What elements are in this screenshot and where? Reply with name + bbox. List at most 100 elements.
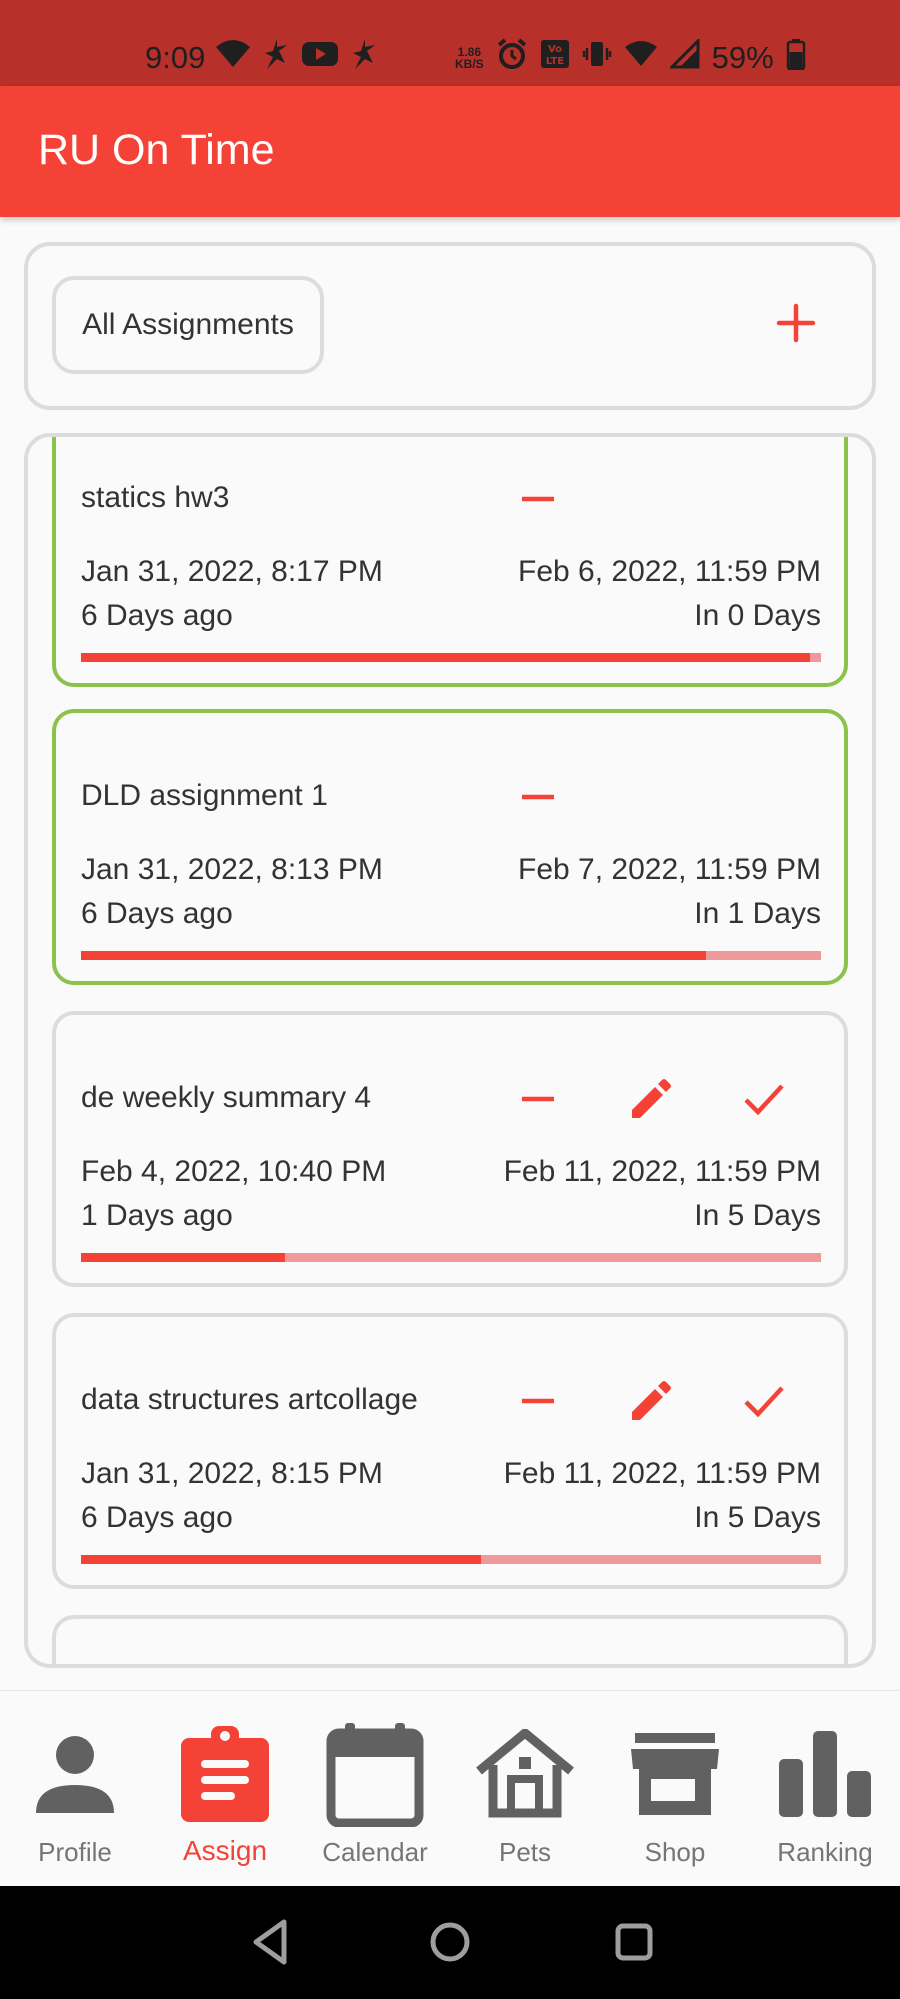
- assignment-name: DLD assignment 1: [81, 779, 328, 812]
- time-progress-bar: [81, 951, 821, 960]
- checkmark-icon: [744, 1084, 784, 1116]
- back-triangle-icon: [253, 1919, 287, 1965]
- network-speed-unit: KB/S: [455, 57, 484, 71]
- bottom-navigation: Profile Assign Calendar Pets Shop Rankin…: [0, 1690, 900, 1886]
- battery-icon: [786, 38, 806, 78]
- assignment-card[interactable]: statics hw3 Jan 31, 2022, 8:17 PM Feb 6,…: [52, 437, 848, 687]
- nav-label: Ranking: [777, 1837, 873, 1867]
- nav-ranking[interactable]: Ranking: [750, 1691, 900, 1887]
- person-icon: [20, 1719, 130, 1829]
- edit-assignment-button[interactable]: [623, 1071, 679, 1127]
- add-assignment-button[interactable]: [769, 296, 823, 350]
- pencil-icon: [632, 1381, 671, 1420]
- relative-row: 1 Days ago In 5 Days: [81, 1199, 821, 1233]
- assigned-date: Feb 4, 2022, 10:40 PM: [81, 1155, 387, 1188]
- assignment-name: data structures artcollage: [81, 1383, 418, 1416]
- minus-icon: [522, 496, 554, 502]
- days-ago: 1 Days ago: [81, 1199, 233, 1232]
- edit-assignment-button[interactable]: [623, 1373, 679, 1429]
- date-row: Jan 31, 2022, 8:15 PM Feb 11, 2022, 11:5…: [81, 1457, 821, 1491]
- remove-assignment-button[interactable]: [510, 1071, 566, 1127]
- app-title: RU On Time: [38, 126, 275, 174]
- remove-assignment-button[interactable]: [510, 471, 566, 527]
- plus-icon: [776, 303, 816, 343]
- vibrate-icon: [582, 39, 612, 77]
- days-remaining: In 1 Days: [694, 897, 821, 930]
- pencil-icon: [632, 1079, 671, 1118]
- assignment-icon: [170, 1719, 280, 1829]
- days-ago: 6 Days ago: [81, 599, 233, 632]
- system-navigation-bar: [0, 1886, 900, 1999]
- relative-row: 6 Days ago In 0 Days: [81, 599, 821, 633]
- cell-signal-icon: [668, 37, 700, 77]
- due-date: Feb 11, 2022, 11:59 PM: [503, 1457, 821, 1490]
- youtube-icon: [301, 40, 339, 76]
- nav-calendar[interactable]: Calendar: [300, 1691, 450, 1887]
- back-button[interactable]: [240, 1912, 300, 1972]
- relative-row: 6 Days ago In 5 Days: [81, 1501, 821, 1535]
- minus-icon: [522, 1398, 554, 1404]
- assignment-name: de weekly summary 4: [81, 1081, 372, 1114]
- assignment-card[interactable]: de weekly summary 4 Feb 4, 2022, 10:40 P…: [52, 1011, 848, 1287]
- volte-icon: Vo LTE: [540, 39, 570, 77]
- nav-assign[interactable]: Assign: [150, 1691, 300, 1887]
- complete-assignment-button[interactable]: [736, 1071, 792, 1127]
- assigned-date: Jan 31, 2022, 8:17 PM: [81, 555, 383, 588]
- nav-label: Pets: [498, 1837, 552, 1867]
- time-progress-fill: [81, 1555, 481, 1564]
- time-progress-fill: [81, 951, 707, 960]
- alarm-icon: [496, 38, 528, 78]
- days-ago: 6 Days ago: [81, 897, 233, 930]
- status-bar: 9:09 1.86 KB/S Vo LTE 59%: [0, 0, 900, 86]
- nav-label: Shop: [644, 1837, 706, 1867]
- date-row: Jan 31, 2022, 8:17 PM Feb 6, 2022, 11:59…: [81, 555, 821, 589]
- complete-assignment-button[interactable]: [736, 1373, 792, 1429]
- nav-label: Assign: [182, 1835, 268, 1866]
- time-progress-bar: [81, 1555, 821, 1564]
- recents-button[interactable]: [604, 1912, 664, 1972]
- wifi-icon: [215, 39, 251, 77]
- nav-label: Calendar: [322, 1837, 428, 1867]
- due-date: Feb 6, 2022, 11:59 PM: [518, 555, 821, 588]
- assignment-list[interactable]: statics hw3 Jan 31, 2022, 8:17 PM Feb 6,…: [24, 433, 876, 1668]
- svg-text:LTE: LTE: [545, 56, 564, 67]
- filter-chip-all-assignments[interactable]: All Assignments: [52, 276, 324, 374]
- due-date: Feb 11, 2022, 11:59 PM: [503, 1155, 821, 1188]
- store-icon: [620, 1719, 730, 1829]
- time-progress-fill: [81, 1253, 285, 1262]
- assignment-card-partial[interactable]: [52, 1615, 848, 1664]
- status-right: 1.86 KB/S Vo LTE 59%: [455, 36, 806, 80]
- assignment-card[interactable]: data structures artcollage Jan 31, 2022,…: [52, 1313, 848, 1589]
- nav-shop[interactable]: Shop: [600, 1691, 750, 1887]
- remove-assignment-button[interactable]: [510, 1373, 566, 1429]
- assignment-name: statics hw3: [81, 481, 230, 514]
- svg-text:Vo: Vo: [548, 44, 562, 55]
- checkmark-icon: [744, 1386, 784, 1418]
- home-button[interactable]: [420, 1912, 480, 1972]
- calendar-icon: [320, 1719, 430, 1829]
- time-progress-fill: [81, 653, 810, 662]
- time-progress-bar: [81, 653, 821, 662]
- relative-row: 6 Days ago In 1 Days: [81, 897, 821, 931]
- time-progress-bar: [81, 1253, 821, 1262]
- filter-card: All Assignments: [24, 242, 876, 410]
- battery-percent: 59%: [711, 40, 774, 75]
- assigned-date: Jan 31, 2022, 8:13 PM: [81, 853, 383, 886]
- remove-assignment-button[interactable]: [510, 769, 566, 825]
- network-speed: 1.86 KB/S: [455, 46, 484, 70]
- assignment-card[interactable]: DLD assignment 1 Jan 31, 2022, 8:13 PM F…: [52, 709, 848, 985]
- status-time: 9:09: [145, 40, 206, 75]
- days-remaining: In 0 Days: [694, 599, 821, 632]
- minus-icon: [522, 794, 554, 800]
- nav-pets[interactable]: Pets: [450, 1691, 600, 1887]
- app-bar: RU On Time: [0, 86, 900, 217]
- home-circle-icon: [430, 1922, 470, 1962]
- bar-chart-icon: [770, 1719, 880, 1829]
- nav-label: Profile: [38, 1837, 112, 1867]
- date-row: Jan 31, 2022, 8:13 PM Feb 7, 2022, 11:59…: [81, 853, 821, 887]
- app-notification-icon: [261, 37, 291, 79]
- nav-profile[interactable]: Profile: [0, 1691, 150, 1887]
- due-date: Feb 7, 2022, 11:59 PM: [518, 853, 821, 886]
- days-remaining: In 5 Days: [694, 1501, 821, 1534]
- recents-square-icon: [615, 1923, 653, 1961]
